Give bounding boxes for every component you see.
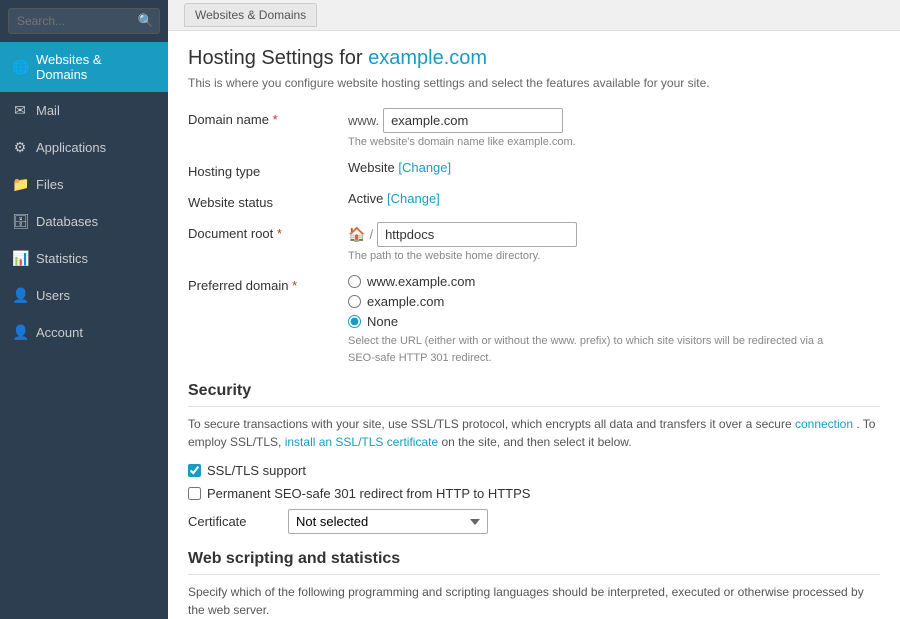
domain-prefix: www. bbox=[348, 113, 379, 128]
users-icon: 👤 bbox=[12, 287, 28, 304]
preferred-domain-hint: Select the URL (either with or without t… bbox=[348, 333, 828, 366]
preferred-domain-www-radio[interactable] bbox=[348, 275, 361, 288]
certificate-label: Certificate bbox=[188, 514, 278, 529]
sidebar-item-databases-label: Databases bbox=[36, 214, 98, 229]
main-content: Websites & Domains Hosting Settings for … bbox=[168, 0, 900, 619]
hosting-type-label: Hosting type bbox=[188, 160, 348, 179]
preferred-domain-apex-radio[interactable] bbox=[348, 295, 361, 308]
page-subtitle: This is where you configure website host… bbox=[188, 76, 880, 90]
domain-name-value: www. The website's domain name like exam… bbox=[348, 108, 880, 148]
ssl-checkbox[interactable] bbox=[188, 464, 201, 477]
gear-icon: ⚙ bbox=[12, 139, 28, 156]
install-cert-link[interactable]: install an SSL/TLS certificate bbox=[285, 435, 438, 449]
search-icon: 🔍 bbox=[138, 13, 154, 29]
page-domain: example.com bbox=[368, 47, 487, 69]
sidebar-item-statistics-label: Statistics bbox=[36, 251, 88, 266]
permanent-redirect-label: Permanent SEO-safe 301 redirect from HTT… bbox=[207, 486, 530, 501]
database-icon: 🗄 bbox=[12, 213, 28, 230]
page-title: Hosting Settings for example.com bbox=[188, 47, 880, 70]
certificate-row: Certificate Not selected bbox=[188, 509, 880, 534]
permanent-redirect-checkbox[interactable] bbox=[188, 487, 201, 500]
website-status-label: Website status bbox=[188, 191, 348, 210]
sidebar-item-websites-label: Websites & Domains bbox=[36, 52, 156, 82]
sidebar-item-mail-label: Mail bbox=[36, 103, 60, 118]
chart-icon: 📊 bbox=[12, 250, 28, 267]
preferred-domain-www[interactable]: www.example.com bbox=[348, 274, 880, 289]
website-status-value: Active [Change] bbox=[348, 191, 880, 206]
domain-name-label: Domain name * bbox=[188, 108, 348, 127]
hosting-type-value: Website [Change] bbox=[348, 160, 880, 175]
sidebar-item-websites[interactable]: 🌐 Websites & Domains bbox=[0, 42, 168, 92]
preferred-domain-none[interactable]: None bbox=[348, 314, 880, 329]
sidebar-item-users-label: Users bbox=[36, 288, 70, 303]
sidebar-item-mail[interactable]: ✉ Mail bbox=[0, 92, 168, 129]
permanent-redirect-row: Permanent SEO-safe 301 redirect from HTT… bbox=[188, 486, 880, 501]
sidebar-item-applications-label: Applications bbox=[36, 140, 106, 155]
domain-input[interactable] bbox=[383, 108, 563, 133]
document-root-label: Document root * bbox=[188, 222, 348, 241]
sidebar-item-applications[interactable]: ⚙ Applications bbox=[0, 129, 168, 166]
sidebar-item-account[interactable]: 👤 Account bbox=[0, 314, 168, 351]
hosting-type-row: Hosting type Website [Change] bbox=[188, 160, 880, 179]
certificate-select[interactable]: Not selected bbox=[288, 509, 488, 534]
preferred-domain-label: Preferred domain * bbox=[188, 274, 348, 293]
web-scripting-section-header: Web scripting and statistics bbox=[188, 550, 880, 575]
breadcrumb: Websites & Domains bbox=[168, 0, 900, 31]
ssl-support-row: SSL/TLS support bbox=[188, 463, 880, 478]
sidebar-item-account-label: Account bbox=[36, 325, 83, 340]
search-container: 🔍 bbox=[0, 0, 168, 42]
content-area: Hosting Settings for example.com This is… bbox=[168, 31, 900, 619]
domain-hint: The website's domain name like example.c… bbox=[348, 136, 880, 148]
page-title-prefix: Hosting Settings for bbox=[188, 47, 368, 69]
sidebar-item-files-label: Files bbox=[36, 177, 63, 192]
folder-icon: 📁 bbox=[12, 176, 28, 193]
security-section-header: Security bbox=[188, 382, 880, 407]
preferred-domain-row: Preferred domain * www.example.com examp… bbox=[188, 274, 880, 366]
docroot-input[interactable] bbox=[377, 222, 577, 247]
preferred-domain-apex[interactable]: example.com bbox=[348, 294, 880, 309]
connection-link[interactable]: connection bbox=[795, 417, 853, 431]
sidebar-item-files[interactable]: 📁 Files bbox=[0, 166, 168, 203]
preferred-domain-value: www.example.com example.com None Select … bbox=[348, 274, 880, 366]
docroot-hint: The path to the website home directory. bbox=[348, 250, 880, 262]
breadcrumb-item[interactable]: Websites & Domains bbox=[184, 3, 317, 27]
preferred-domain-none-radio[interactable] bbox=[348, 315, 361, 328]
web-scripting-description: Specify which of the following programmi… bbox=[188, 583, 880, 619]
ssl-label: SSL/TLS support bbox=[207, 463, 306, 478]
security-description: To secure transactions with your site, u… bbox=[188, 415, 880, 451]
domain-name-row: Domain name * www. The website's domain … bbox=[188, 108, 880, 148]
hosting-type-change[interactable]: [Change] bbox=[398, 160, 451, 175]
document-root-row: Document root * 🏠 / The path to the webs… bbox=[188, 222, 880, 262]
sidebar: 🔍 🌐 Websites & Domains ✉ Mail ⚙ Applicat… bbox=[0, 0, 168, 619]
account-icon: 👤 bbox=[12, 324, 28, 341]
sidebar-item-databases[interactable]: 🗄 Databases bbox=[0, 203, 168, 240]
preferred-domain-options: www.example.com example.com None bbox=[348, 274, 880, 329]
website-status-row: Website status Active [Change] bbox=[188, 191, 880, 210]
home-icon: 🏠 bbox=[348, 226, 365, 243]
globe-icon: 🌐 bbox=[12, 59, 28, 76]
website-status-change[interactable]: [Change] bbox=[387, 191, 440, 206]
mail-icon: ✉ bbox=[12, 102, 28, 119]
sidebar-item-statistics[interactable]: 📊 Statistics bbox=[0, 240, 168, 277]
document-root-value: 🏠 / The path to the website home directo… bbox=[348, 222, 880, 262]
sidebar-item-users[interactable]: 👤 Users bbox=[0, 277, 168, 314]
